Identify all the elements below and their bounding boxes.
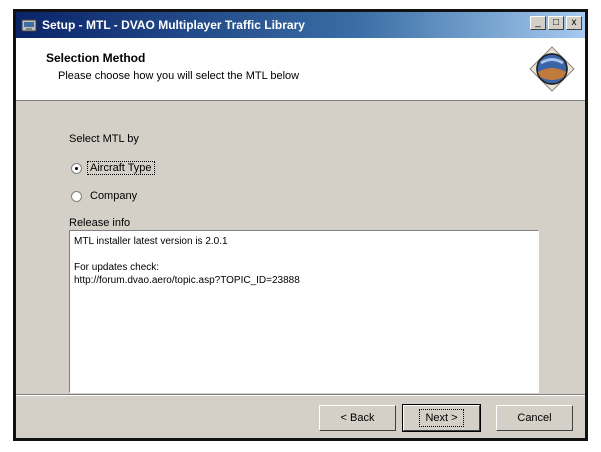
footer-divider	[16, 394, 585, 396]
next-button[interactable]: Next >	[402, 404, 481, 432]
radio-aircraft-type[interactable]: Aircraft Type	[71, 161, 155, 175]
release-line: http://forum.dvao.aero/topic.asp?TOPIC_I…	[74, 275, 300, 286]
release-info-label: Release info	[69, 217, 131, 229]
radio-button-checked[interactable]	[71, 162, 82, 174]
setup-window: Setup - MTL - DVAO Multiplayer Traffic L…	[13, 9, 588, 441]
select-mtl-label: Select MTL by	[69, 133, 139, 145]
radio-label-aircraft-type[interactable]: Aircraft Type	[87, 161, 155, 175]
page-title: Selection Method	[46, 51, 146, 65]
title-bar[interactable]: Setup - MTL - DVAO Multiplayer Traffic L…	[16, 12, 585, 38]
wizard-header: Selection Method Please choose how you w…	[16, 38, 585, 101]
radio-button-unchecked[interactable]	[71, 190, 82, 202]
window-title: Setup - MTL - DVAO Multiplayer Traffic L…	[42, 18, 305, 32]
next-button-label: Next >	[419, 409, 464, 427]
release-line: For updates check:	[74, 262, 160, 273]
page-subtitle: Please choose how you will select the MT…	[58, 70, 300, 82]
wizard-content: Select MTL by Aircraft Type Company Rele…	[16, 101, 585, 393]
cancel-button[interactable]: Cancel	[496, 405, 573, 431]
release-line: MTL installer latest version is 2.0.1	[74, 236, 228, 247]
setup-app-icon	[21, 19, 37, 32]
close-button[interactable]: x	[566, 16, 582, 30]
setup-wizard-icon	[529, 46, 575, 92]
title-bar-buttons: _ □ x	[530, 16, 582, 30]
back-button[interactable]: < Back	[319, 405, 396, 431]
cancel-button-label: Cancel	[517, 412, 552, 424]
release-info-text[interactable]: MTL installer latest version is 2.0.1 Fo…	[69, 230, 539, 393]
radio-company[interactable]: Company	[71, 190, 139, 202]
radio-label-company[interactable]: Company	[88, 190, 139, 202]
back-button-label: < Back	[340, 412, 375, 424]
maximize-button[interactable]: □	[548, 16, 564, 30]
minimize-button[interactable]: _	[530, 16, 546, 30]
